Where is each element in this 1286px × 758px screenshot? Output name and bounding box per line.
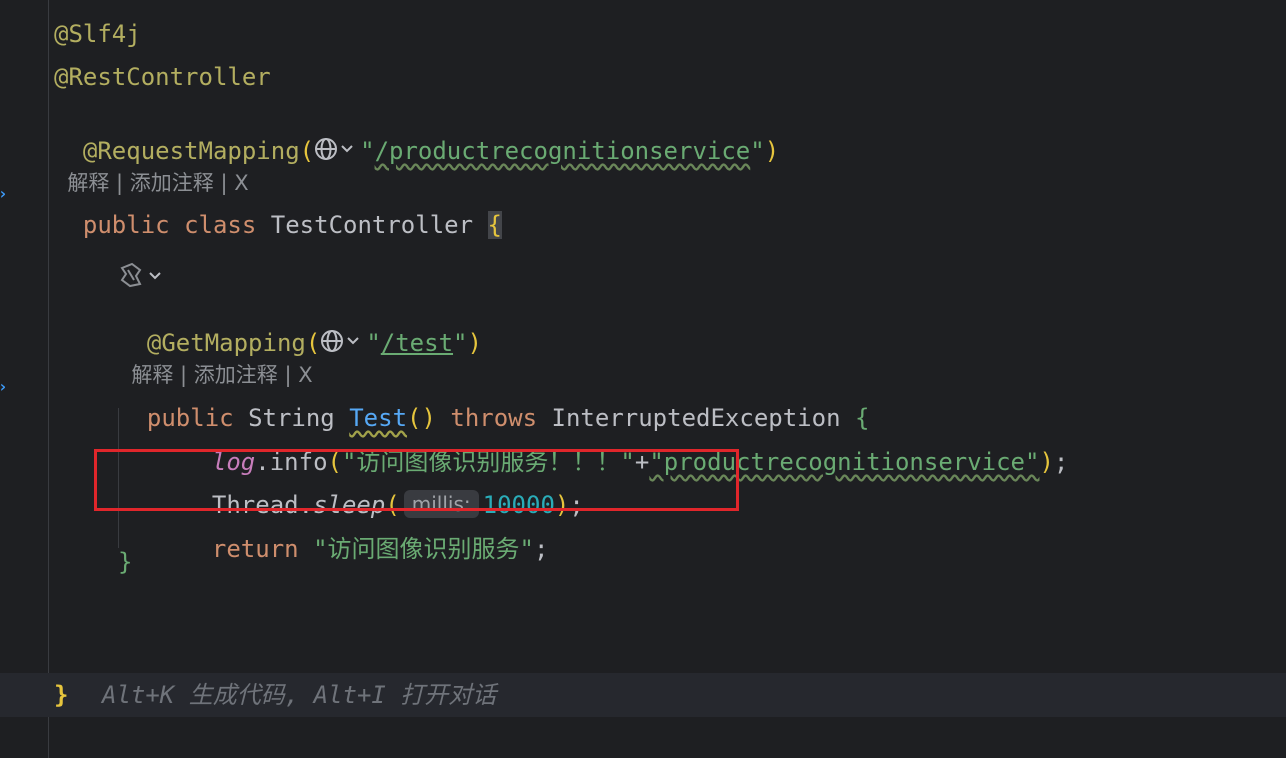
get-path-link[interactable]: /test [381,329,453,357]
open-paren: ( [299,137,315,165]
annotation-slf4j[interactable]: @Slf4j [54,19,141,49]
class-close-brace: } [54,681,69,709]
chevron-down-icon [149,272,161,280]
chevron-down-icon [341,145,353,153]
globe-icon[interactable] [314,136,360,162]
fold-arrow-icon[interactable]: › [0,186,8,202]
class-name: TestController [270,211,474,239]
annotation-requestmapping-line[interactable]: @RequestMapping("/productrecognitionserv… [54,106,779,165]
request-path-link[interactable]: /productrecognitionservice [375,137,751,165]
method-declaration-line[interactable]: public String Test() throws InterruptedE… [118,373,870,432]
class-declaration-line[interactable]: public class TestController { [54,180,502,239]
method-close-brace: } [118,548,133,576]
annotation-getmapping-line[interactable]: @GetMapping("/test") [118,298,482,357]
log-info-line[interactable]: log.info("访问图像识别服务！！！"+"productrecogniti… [183,417,1068,476]
chevron-down-icon [347,337,360,345]
highlight-box [94,449,739,511]
fold-arrow-icon[interactable]: › [0,379,8,395]
class-open-brace: { [487,211,502,239]
ai-assistant-hint: Alt+K 生成代码, Alt+I 打开对话 [102,681,497,709]
gutter-divider [48,0,49,758]
spring-bean-icon[interactable] [118,262,168,288]
annotation-restcontroller[interactable]: @RestController [54,62,271,92]
globe-icon[interactable] [320,328,366,354]
